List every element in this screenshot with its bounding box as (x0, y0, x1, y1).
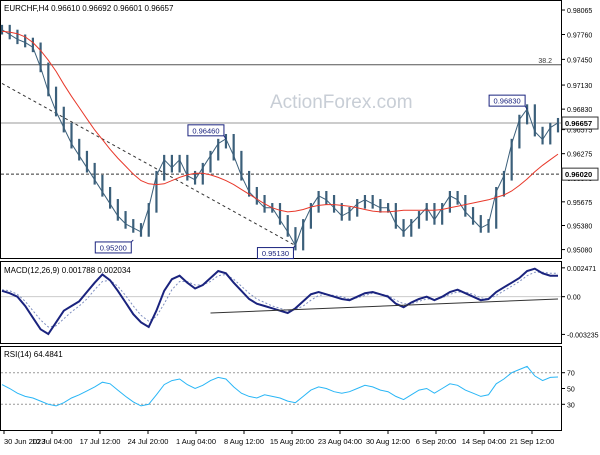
x-tick-label: 15 Aug 20:00 (270, 437, 314, 446)
price-tick-label: 0.96830 (567, 107, 592, 114)
x-tick-label: 24 Jul 20:00 (128, 437, 169, 446)
chart-svg: EURCHF,H4 0.96610 0.96692 0.96601 0.9665… (0, 0, 599, 446)
rsi-title: RSI(14) 64.4841 (4, 350, 63, 359)
chart-window: EURCHF,H4 0.96610 0.96692 0.96601 0.9665… (0, 0, 600, 450)
x-tick-label: 30 Aug 12:00 (366, 437, 410, 446)
price-tick-label: 0.97450 (567, 57, 592, 64)
symbol-header: EURCHF,H4 0.96610 0.96692 0.96601 0.9665… (4, 4, 174, 13)
fib-level-label: 38.2 (538, 58, 552, 65)
x-tick-label: 10 Jul 04:00 (32, 437, 73, 446)
watermark: ActionForex.com (270, 92, 413, 113)
price-badge-label: 0.96020 (565, 170, 592, 179)
x-tick-label: 8 Aug 12:00 (224, 437, 264, 446)
annotation-label: 0.95200 (100, 243, 127, 252)
rsi-tick-label: 70 (567, 371, 575, 378)
rsi-tick-label: 50 (567, 387, 575, 394)
rsi-panel-frame (0, 346, 562, 431)
macd-tick-label: 0.002471 (567, 266, 596, 273)
price-badge-label: 0.96657 (565, 119, 592, 128)
x-tick-label: 23 Aug 04:00 (318, 437, 362, 446)
price-tick-label: 0.98065 (567, 8, 592, 15)
macd-title: MACD(12,26,9) 0.001788 0.002034 (4, 266, 131, 275)
price-tick-label: 0.97760 (567, 32, 592, 39)
x-tick-label: 6 Sep 20:00 (416, 437, 456, 446)
x-tick-label: 21 Sep 12:00 (510, 437, 555, 446)
macd-tick-label: 0.00 (567, 295, 581, 302)
price-tick-label: 0.95675 (567, 200, 592, 207)
price-tick-label: 0.95080 (567, 248, 592, 255)
price-tick-label: 0.97130 (567, 83, 592, 90)
macd-tick-label: -0.003235 (567, 332, 599, 339)
annotation-label: 0.96830 (494, 97, 521, 106)
rsi-tick-label: 30 (567, 402, 575, 409)
annotation-label: 0.95130 (262, 249, 289, 258)
x-tick-label: 17 Jul 12:00 (80, 437, 121, 446)
annotation-label: 0.96460 (192, 126, 219, 135)
x-tick-label: 14 Sep 04:00 (462, 437, 507, 446)
price-tick-label: 0.96275 (567, 152, 592, 159)
x-tick-label: 1 Aug 04:00 (176, 437, 216, 446)
price-tick-label: 0.95380 (567, 224, 592, 231)
